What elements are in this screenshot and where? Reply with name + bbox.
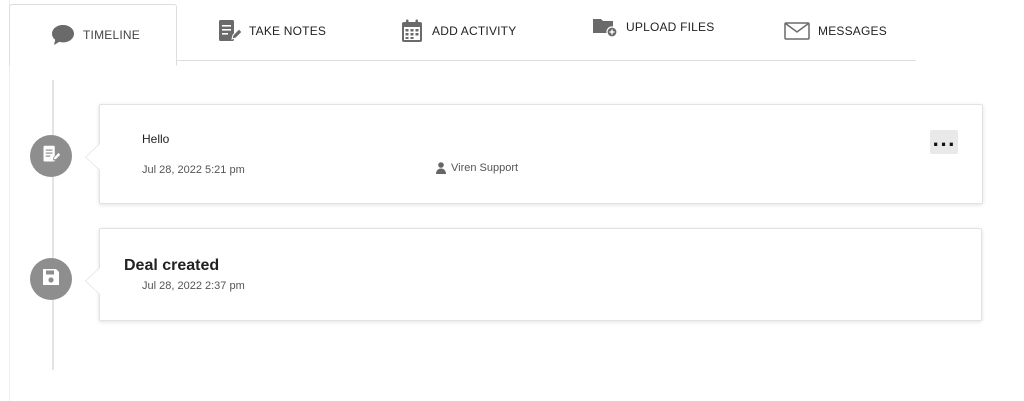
tab-messages[interactable]: MESSAGES bbox=[784, 0, 887, 61]
note-author: Viren Support bbox=[436, 162, 518, 174]
calendar-icon bbox=[400, 19, 424, 43]
tab-bar: TIMELINE TAKE NOTES ADD ACTIVITY UPLOAD … bbox=[9, 0, 916, 66]
tab-upload-files[interactable]: UPLOAD FILES bbox=[592, 0, 714, 57]
note-date: Jul 28, 2022 5:21 pm bbox=[142, 164, 245, 176]
comment-icon bbox=[51, 24, 75, 46]
note-card: Hello Jul 28, 2022 5:21 pm Viren Support… bbox=[85, 104, 983, 204]
deal-card: Deal created Jul 28, 2022 2:37 pm bbox=[85, 228, 982, 321]
tab-label: TIMELINE bbox=[83, 28, 140, 42]
note-edit-icon bbox=[217, 19, 241, 43]
note-edit-icon bbox=[42, 145, 62, 168]
deal-date: Jul 28, 2022 2:37 pm bbox=[142, 280, 245, 292]
tab-add-activity[interactable]: ADD ACTIVITY bbox=[400, 0, 516, 61]
author-name: Viren Support bbox=[451, 162, 519, 174]
note-text: Hello bbox=[142, 132, 170, 146]
more-options-button[interactable]: ... bbox=[930, 130, 958, 154]
tab-label: TAKE NOTES bbox=[249, 23, 327, 38]
tab-take-notes[interactable]: TAKE NOTES bbox=[217, 0, 326, 61]
deal-title: Deal created bbox=[124, 257, 220, 274]
save-icon bbox=[41, 267, 61, 292]
card-pointer bbox=[85, 143, 100, 171]
tab-label: ADD ACTIVITY bbox=[432, 23, 517, 38]
tab-label: UPLOAD FILES bbox=[626, 19, 715, 34]
timeline-node-note bbox=[30, 135, 72, 177]
timeline-line bbox=[52, 80, 54, 370]
user-icon bbox=[436, 162, 446, 174]
timeline-node-deal bbox=[30, 258, 72, 300]
card-pointer bbox=[85, 267, 100, 295]
envelope-icon bbox=[784, 21, 810, 41]
folder-add-icon bbox=[592, 16, 618, 38]
tab-timeline[interactable]: TIMELINE bbox=[9, 4, 177, 66]
tab-label: MESSAGES bbox=[818, 23, 887, 38]
